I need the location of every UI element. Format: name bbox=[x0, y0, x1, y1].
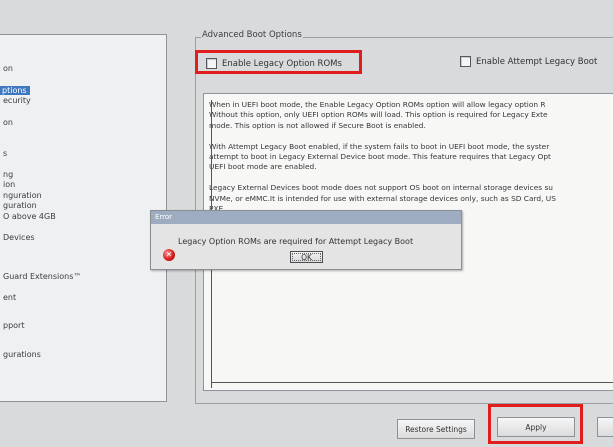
nav-item[interactable]: on bbox=[3, 118, 13, 127]
nav-item[interactable]: ng bbox=[3, 170, 13, 179]
nav-item[interactable]: guration bbox=[3, 201, 37, 210]
nav-item[interactable]: on bbox=[3, 64, 13, 73]
description-line: attempt to boot in Legacy External Devic… bbox=[209, 152, 551, 161]
nav-item[interactable]: s bbox=[3, 149, 7, 158]
nav-item[interactable]: Guard Extensions™ bbox=[3, 272, 81, 281]
nav-item[interactable]: ptions bbox=[0, 86, 30, 95]
dialog-title: Error bbox=[155, 213, 173, 221]
enable-attempt-legacy-boot-checkbox[interactable]: Enable Attempt Legacy Boot bbox=[460, 56, 597, 67]
description-line: UEFI boot mode are enabled. bbox=[209, 162, 317, 172]
description-line: mode. This option is not allowed if Secu… bbox=[209, 120, 426, 130]
nav-item[interactable]: O above 4GB bbox=[3, 212, 56, 221]
nav-item[interactable]: gurations bbox=[3, 350, 41, 359]
nav-item[interactable]: ecurity bbox=[3, 96, 31, 105]
dialog-message: Legacy Option ROMs are required for Atte… bbox=[178, 237, 414, 246]
description-line: NVMe, or eMMC.It is intended for use wit… bbox=[209, 193, 556, 203]
checkbox-label: Enable Attempt Legacy Boot bbox=[476, 56, 598, 67]
description-line: With Attempt Legacy Boot enabled, if the… bbox=[209, 141, 550, 151]
description-line: Legacy External Devices boot mode does n… bbox=[209, 183, 553, 193]
horizontal-scrollbar[interactable] bbox=[211, 382, 613, 383]
group-title: Advanced Boot Options bbox=[201, 30, 303, 40]
bios-setup-screen: on ptions ecurity on s ng ion nguration guration… bbox=[0, 0, 613, 447]
checkbox-box[interactable] bbox=[460, 56, 471, 67]
nav-item[interactable]: pport bbox=[3, 321, 24, 330]
highlight-apply bbox=[488, 404, 583, 444]
nav-item[interactable]: Devices bbox=[3, 233, 35, 242]
ok-button[interactable]: OK bbox=[290, 251, 323, 263]
description-line: When in UEFI boot mode, the Enable Legac… bbox=[209, 100, 546, 109]
description-line: Without this option, only UEFI option RO… bbox=[209, 110, 548, 120]
restore-settings-button[interactable]: Restore Settings bbox=[397, 419, 475, 439]
nav-item[interactable]: ent bbox=[3, 293, 16, 302]
nav-item[interactable]: nguration bbox=[3, 191, 42, 200]
next-button-partial[interactable] bbox=[597, 417, 613, 437]
nav-item[interactable]: ion bbox=[3, 180, 15, 189]
highlight-legacy-roms bbox=[195, 50, 362, 74]
error-icon: ✕ bbox=[163, 249, 175, 261]
dialog-titlebar[interactable]: Error bbox=[151, 211, 461, 224]
error-dialog: Error ✕ Legacy Option ROMs are required … bbox=[150, 210, 462, 270]
